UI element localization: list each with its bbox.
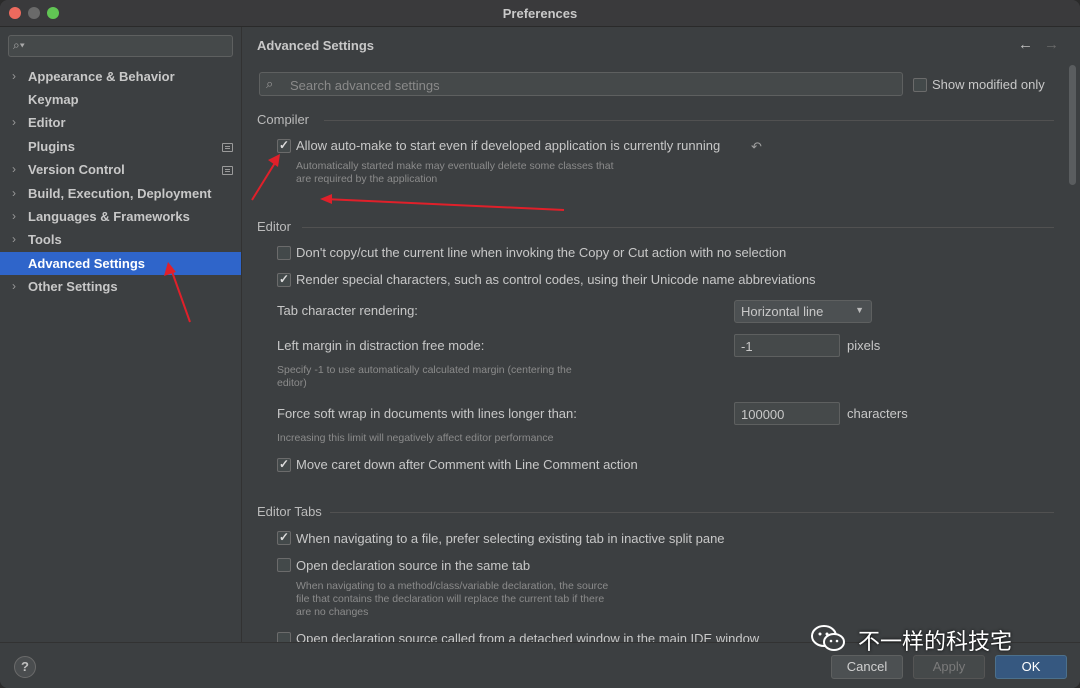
settings-content: Advanced Settings ← → ⌕ Show modified on… xyxy=(242,27,1080,646)
sidebar-item-other-settings[interactable]: › Other Settings xyxy=(0,275,241,298)
preferences-window: Preferences ⌕▾ › Appearance & Behavior K… xyxy=(0,0,1080,688)
section-editor-tabs-title: Editor Tabs xyxy=(257,504,322,519)
chevron-right-icon[interactable]: › xyxy=(12,158,16,181)
sidebar-item-label: Editor xyxy=(28,115,66,130)
section-compiler-title: Compiler xyxy=(257,112,310,127)
sidebar-item-advanced-settings[interactable]: Advanced Settings xyxy=(0,252,241,275)
sidebar-item-editor[interactable]: › Editor xyxy=(0,111,241,134)
section-separator xyxy=(324,120,1054,121)
project-settings-icon xyxy=(222,143,233,152)
left-margin-hint-line1: Specify -1 to use automatically calculat… xyxy=(277,364,572,376)
sidebar-search-input[interactable]: ⌕▾ xyxy=(8,35,233,57)
prefer-existing-checkbox[interactable] xyxy=(277,530,291,545)
soft-wrap-unit: characters xyxy=(847,406,908,421)
sidebar-item-version-control[interactable]: › Version Control xyxy=(0,158,241,181)
chevron-right-icon[interactable]: › xyxy=(12,65,16,88)
advanced-settings-search[interactable]: ⌕ xyxy=(259,72,903,96)
vertical-scrollbar[interactable] xyxy=(1069,65,1076,185)
section-separator xyxy=(330,512,1054,513)
no-copy-cut-label: Don't copy/cut the current line when inv… xyxy=(296,245,787,260)
chevron-right-icon[interactable]: › xyxy=(12,182,16,205)
left-margin-input[interactable] xyxy=(739,337,839,356)
same-tab-checkbox[interactable] xyxy=(277,558,291,572)
soft-wrap-label: Force soft wrap in documents with lines … xyxy=(277,406,577,421)
move-caret-checkbox[interactable] xyxy=(277,457,291,472)
tab-rendering-select[interactable]: Horizontal line ▼ xyxy=(734,300,872,323)
sidebar-item-label: Other Settings xyxy=(28,279,118,294)
left-margin-field[interactable] xyxy=(734,334,840,357)
back-arrow-icon[interactable]: ← xyxy=(1018,36,1033,53)
watermark-text: 不一样的科技宅 xyxy=(858,630,1013,655)
chevron-right-icon[interactable]: › xyxy=(12,111,16,134)
sidebar-item-tools[interactable]: › Tools xyxy=(0,228,241,251)
auto-make-checkbox[interactable] xyxy=(277,138,291,153)
forward-arrow-icon[interactable]: → xyxy=(1044,36,1059,53)
page-title: Advanced Settings xyxy=(257,38,375,53)
reset-icon[interactable]: ↶ xyxy=(751,139,762,155)
settings-sidebar: ⌕▾ › Appearance & Behavior Keymap › Edit… xyxy=(0,27,242,642)
search-icon: ⌕ xyxy=(266,76,274,91)
render-special-checkbox[interactable] xyxy=(277,272,291,287)
prefer-existing-label: When navigating to a file, prefer select… xyxy=(296,531,725,546)
sidebar-item-build-execution-deployment[interactable]: › Build, Execution, Deployment xyxy=(0,182,241,205)
section-separator xyxy=(302,227,1054,228)
no-copy-cut-checkbox[interactable] xyxy=(277,246,291,260)
chevron-right-icon[interactable]: › xyxy=(12,205,16,228)
sidebar-item-label: Advanced Settings xyxy=(28,256,146,271)
show-modified-checkbox[interactable] xyxy=(913,78,927,92)
ok-button[interactable]: OK xyxy=(995,655,1067,679)
sidebar-item-label: Tools xyxy=(28,232,62,247)
sidebar-item-appearance-behavior[interactable]: › Appearance & Behavior xyxy=(0,65,241,88)
help-button[interactable]: ? xyxy=(14,656,36,678)
sidebar-item-plugins[interactable]: Plugins xyxy=(0,135,241,158)
soft-wrap-input[interactable] xyxy=(739,405,839,424)
watermark: 不一样的科技宅 xyxy=(810,622,1050,656)
sidebar-item-label: Languages & Frameworks xyxy=(28,209,190,224)
sidebar-item-label: Build, Execution, Deployment xyxy=(28,186,212,201)
window-title: Preferences xyxy=(502,6,578,21)
left-margin-label: Left margin in distraction free mode: xyxy=(277,338,485,353)
title-bar: Preferences xyxy=(0,0,1080,27)
auto-make-hint-line2: are required by the application xyxy=(296,173,438,185)
soft-wrap-field[interactable] xyxy=(734,402,840,425)
sidebar-item-label: Version Control xyxy=(28,162,125,177)
left-margin-unit: pixels xyxy=(847,338,881,353)
tab-rendering-value: Horizontal line xyxy=(741,304,824,319)
sidebar-item-languages-frameworks[interactable]: › Languages & Frameworks xyxy=(0,205,241,228)
dropdown-arrow-icon: ▼ xyxy=(855,305,864,315)
auto-make-hint-line1: Automatically started make may eventuall… xyxy=(296,160,614,172)
move-caret-label: Move caret down after Comment with Line … xyxy=(296,457,638,472)
left-margin-hint-line2: editor) xyxy=(277,377,307,389)
soft-wrap-hint: Increasing this limit will negatively af… xyxy=(277,432,554,444)
advanced-settings-search-input[interactable] xyxy=(288,75,892,95)
wechat-logo-icon xyxy=(811,625,845,651)
chevron-right-icon[interactable]: › xyxy=(12,228,16,251)
project-settings-icon xyxy=(222,166,233,175)
render-special-label: Render special characters, such as contr… xyxy=(296,272,816,287)
sidebar-item-keymap[interactable]: Keymap xyxy=(0,88,241,111)
same-tab-hint-line3: are no changes xyxy=(296,606,369,618)
sidebar-item-label: Appearance & Behavior xyxy=(28,69,175,84)
section-editor-title: Editor xyxy=(257,219,291,234)
chevron-right-icon[interactable]: › xyxy=(12,275,16,298)
sidebar-item-label: Plugins xyxy=(28,139,75,154)
sidebar-item-label: Keymap xyxy=(28,92,79,107)
apply-button[interactable]: Apply xyxy=(913,655,985,679)
same-tab-hint-line1: When navigating to a method/class/variab… xyxy=(296,580,609,592)
auto-make-label: Allow auto-make to start even if develop… xyxy=(296,138,721,153)
tab-rendering-label: Tab character rendering: xyxy=(277,303,418,318)
show-modified-label: Show modified only xyxy=(932,77,1045,92)
same-tab-hint-line2: file that contains the declaration will … xyxy=(296,593,605,605)
search-icon: ⌕▾ xyxy=(13,38,25,52)
same-tab-label: Open declaration source in the same tab xyxy=(296,558,531,573)
cancel-button[interactable]: Cancel xyxy=(831,655,903,679)
